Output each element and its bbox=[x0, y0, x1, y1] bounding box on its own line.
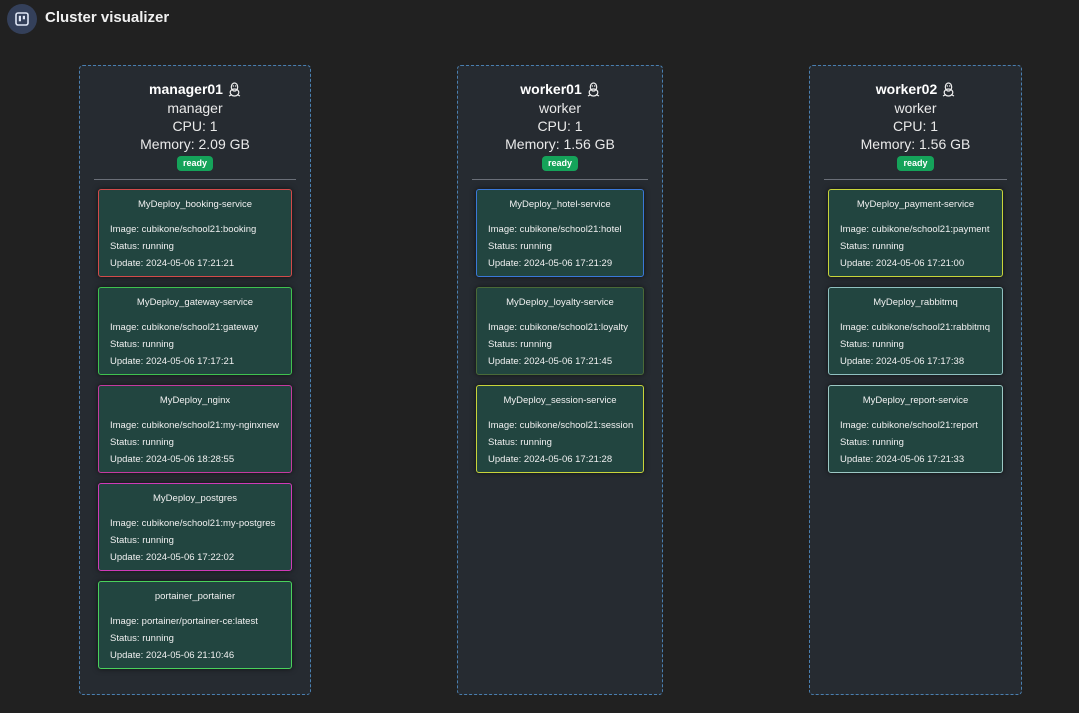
task-name: MyDeploy_payment-service bbox=[856, 199, 975, 210]
status-badge: ready bbox=[897, 156, 934, 171]
task-status: Status: running bbox=[840, 339, 904, 350]
task-update: Update: 2024-05-06 17:21:00 bbox=[840, 258, 965, 269]
task-image: Image: cubikone/school21:session bbox=[488, 420, 634, 431]
divider bbox=[472, 179, 648, 180]
task-update: Update: 2024-05-06 17:22:02 bbox=[110, 552, 235, 563]
task-status: Status: running bbox=[840, 241, 904, 252]
node-column-manager01: manager01 manager CPU: 1 Memory: 2.09 GB… bbox=[79, 65, 311, 695]
linux-penguin-icon bbox=[228, 81, 241, 97]
node-role: worker bbox=[538, 100, 581, 116]
task-status: Status: running bbox=[840, 437, 904, 448]
task-status: Status: running bbox=[488, 339, 552, 350]
task-image: Image: cubikone/school21:my-nginxnew bbox=[110, 420, 279, 431]
task-update: Update: 2024-05-06 18:28:55 bbox=[110, 454, 235, 465]
task-update: Update: 2024-05-06 21:10:46 bbox=[110, 650, 235, 661]
task-card[interactable]: portainer_portainer Image: portainer/por… bbox=[98, 581, 292, 669]
task-card[interactable]: MyDeploy_booking-service Image: cubikone… bbox=[98, 189, 292, 277]
task-update: Update: 2024-05-06 17:17:38 bbox=[840, 356, 965, 367]
node-role: manager bbox=[167, 100, 223, 116]
task-update: Update: 2024-05-06 17:21:29 bbox=[488, 258, 613, 269]
task-card[interactable]: MyDeploy_payment-service Image: cubikone… bbox=[828, 189, 1003, 277]
node-memory: Memory: 1.56 GB bbox=[505, 136, 615, 152]
node-cpu: CPU: 1 bbox=[892, 118, 939, 134]
task-update: Update: 2024-05-06 17:21:21 bbox=[110, 258, 235, 269]
board-icon[interactable] bbox=[7, 4, 37, 34]
app-header: Cluster visualizer bbox=[0, 0, 1079, 38]
node-name: worker01 bbox=[520, 81, 582, 97]
task-name: MyDeploy_session-service bbox=[503, 395, 617, 406]
task-image: Image: cubikone/school21:hotel bbox=[488, 224, 622, 235]
linux-penguin-icon bbox=[942, 81, 955, 97]
task-status: Status: running bbox=[110, 339, 174, 350]
task-card[interactable]: MyDeploy_report-service Image: cubikone/… bbox=[828, 385, 1003, 473]
task-name: MyDeploy_report-service bbox=[862, 395, 969, 406]
task-card[interactable]: MyDeploy_session-service Image: cubikone… bbox=[476, 385, 644, 473]
app-title: Cluster visualizer bbox=[45, 9, 170, 26]
status-badge: ready bbox=[176, 156, 214, 171]
node-name: worker02 bbox=[875, 81, 938, 97]
task-update: Update: 2024-05-06 17:21:33 bbox=[840, 454, 965, 465]
task-image: Image: cubikone/school21:booking bbox=[110, 224, 257, 235]
node-role: worker bbox=[894, 100, 937, 116]
divider bbox=[94, 179, 296, 180]
task-name: MyDeploy_gateway-service bbox=[136, 297, 254, 308]
status-badge: ready bbox=[541, 156, 579, 171]
task-status: Status: running bbox=[110, 535, 174, 546]
task-status: Status: running bbox=[110, 633, 174, 644]
task-update: Update: 2024-05-06 17:21:45 bbox=[488, 356, 613, 367]
linux-penguin-icon bbox=[587, 81, 600, 97]
node-column-worker01: worker01 worker CPU: 1 Memory: 1.56 GB r… bbox=[457, 65, 663, 695]
task-card[interactable]: MyDeploy_nginx Image: cubikone/school21:… bbox=[98, 385, 292, 473]
task-image: Image: cubikone/school21:loyalty bbox=[488, 322, 628, 333]
task-image: Image: cubikone/school21:gateway bbox=[110, 322, 259, 333]
node-memory: Memory: 1.56 GB bbox=[860, 136, 971, 152]
task-status: Status: running bbox=[488, 241, 552, 252]
node-memory: Memory: 2.09 GB bbox=[140, 136, 250, 152]
task-image: Image: cubikone/school21:rabbitmq bbox=[840, 322, 990, 333]
task-image: Image: cubikone/school21:report bbox=[840, 420, 978, 431]
task-status: Status: running bbox=[488, 437, 552, 448]
task-update: Update: 2024-05-06 17:17:21 bbox=[110, 356, 235, 367]
task-name: MyDeploy_hotel-service bbox=[509, 199, 611, 210]
task-name: MyDeploy_rabbitmq bbox=[873, 297, 958, 308]
node-cpu: CPU: 1 bbox=[537, 118, 583, 134]
task-name: MyDeploy_booking-service bbox=[137, 199, 253, 210]
task-card[interactable]: MyDeploy_loyalty-service Image: cubikone… bbox=[476, 287, 644, 375]
task-card[interactable]: MyDeploy_gateway-service Image: cubikone… bbox=[98, 287, 292, 375]
task-card[interactable]: MyDeploy_hotel-service Image: cubikone/s… bbox=[476, 189, 644, 277]
task-card[interactable]: MyDeploy_postgres Image: cubikone/school… bbox=[98, 483, 292, 571]
divider bbox=[824, 179, 1007, 180]
node-name: manager01 bbox=[149, 81, 223, 97]
task-image: Image: portainer/portainer-ce:latest bbox=[110, 616, 258, 627]
task-name: portainer_portainer bbox=[154, 591, 236, 602]
task-name: MyDeploy_loyalty-service bbox=[506, 297, 614, 308]
task-image: Image: cubikone/school21:payment bbox=[840, 224, 990, 235]
task-card[interactable]: MyDeploy_rabbitmq Image: cubikone/school… bbox=[828, 287, 1003, 375]
task-name: MyDeploy_nginx bbox=[159, 395, 231, 406]
node-column-worker02: worker02 worker CPU: 1 Memory: 1.56 GB r… bbox=[809, 65, 1022, 695]
task-image: Image: cubikone/school21:my-postgres bbox=[110, 518, 276, 529]
task-update: Update: 2024-05-06 17:21:28 bbox=[488, 454, 613, 465]
node-cpu: CPU: 1 bbox=[172, 118, 218, 134]
task-status: Status: running bbox=[110, 241, 174, 252]
task-name: MyDeploy_postgres bbox=[153, 493, 237, 504]
task-status: Status: running bbox=[110, 437, 174, 448]
